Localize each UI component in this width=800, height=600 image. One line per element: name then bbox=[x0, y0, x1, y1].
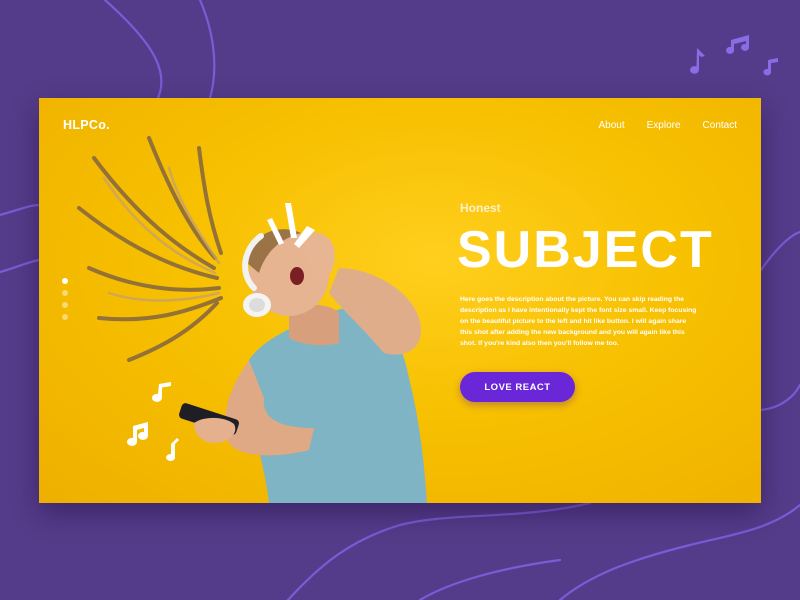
slide-dot-3[interactable] bbox=[62, 302, 68, 308]
top-navigation: About Explore Contact bbox=[576, 120, 737, 131]
hero-description: Here goes the description about the pict… bbox=[460, 296, 697, 347]
music-note-icon bbox=[166, 438, 179, 461]
double-music-note-icon bbox=[726, 35, 750, 54]
music-note-icon bbox=[690, 48, 705, 74]
music-note-icon bbox=[152, 382, 171, 402]
hero-eyebrow: Honest bbox=[460, 201, 501, 215]
slide-dot-4[interactable] bbox=[62, 314, 68, 320]
slide-indicator bbox=[62, 278, 68, 326]
music-note-icon bbox=[763, 58, 778, 76]
nav-about[interactable]: About bbox=[598, 120, 624, 131]
hair-illustration bbox=[77, 136, 223, 362]
hero-card: HLPCo. About Explore Contact Honest SUBJ… bbox=[39, 98, 761, 503]
double-music-note-icon bbox=[127, 422, 148, 446]
nav-contact[interactable]: Contact bbox=[703, 120, 737, 131]
slide-dot-1[interactable] bbox=[62, 278, 68, 284]
brand-logo[interactable]: HLPCo. bbox=[63, 118, 110, 132]
slide-dot-2[interactable] bbox=[62, 290, 68, 296]
hero-title: SUBJECT bbox=[457, 221, 714, 279]
love-react-button[interactable]: LOVE REACT bbox=[460, 372, 575, 402]
nav-explore[interactable]: Explore bbox=[647, 120, 681, 131]
